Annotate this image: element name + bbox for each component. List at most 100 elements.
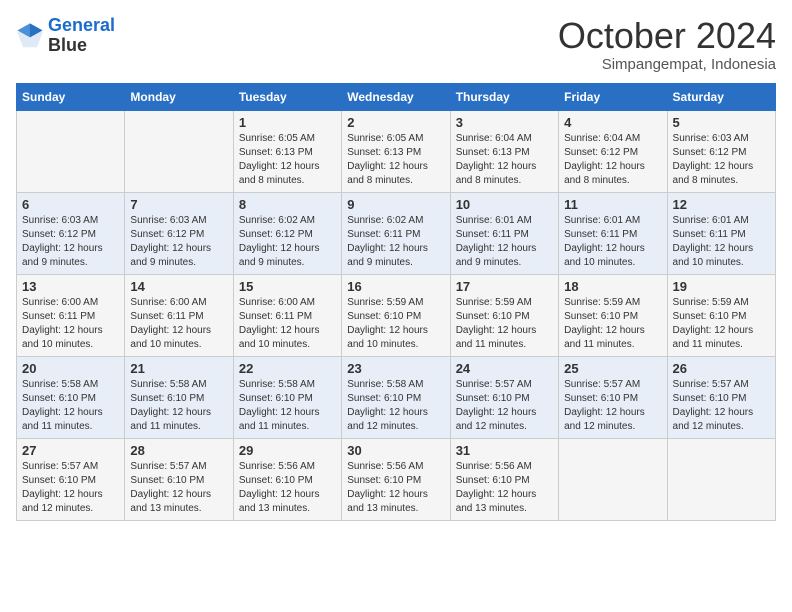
day-number: 25 [564,361,661,376]
calendar-day-19: 19 Sunrise: 5:59 AM Sunset: 6:10 PM Dayli… [667,274,775,356]
calendar-day-23: 23 Sunrise: 5:58 AM Sunset: 6:10 PM Dayli… [342,356,450,438]
calendar-table: SundayMondayTuesdayWednesdayThursdayFrid… [16,83,776,521]
day-number: 21 [130,361,227,376]
calendar-day-20: 20 Sunrise: 5:58 AM Sunset: 6:10 PM Dayli… [17,356,125,438]
day-info: Sunrise: 6:01 AM Sunset: 6:11 PM Dayligh… [673,214,770,270]
weekday-header-wednesday: Wednesday [342,83,450,110]
calendar-day-22: 22 Sunrise: 5:58 AM Sunset: 6:10 PM Dayli… [233,356,341,438]
weekday-header-sunday: Sunday [17,83,125,110]
calendar-day-2: 2 Sunrise: 6:05 AM Sunset: 6:13 PM Daylig… [342,110,450,192]
day-number: 22 [239,361,336,376]
day-info: Sunrise: 6:00 AM Sunset: 6:11 PM Dayligh… [239,296,336,352]
day-number: 27 [22,443,119,458]
day-info: Sunrise: 5:59 AM Sunset: 6:10 PM Dayligh… [347,296,444,352]
weekday-header-saturday: Saturday [667,83,775,110]
day-info: Sunrise: 5:58 AM Sunset: 6:10 PM Dayligh… [130,378,227,434]
day-number: 9 [347,197,444,212]
calendar-day-31: 31 Sunrise: 5:56 AM Sunset: 6:10 PM Dayli… [450,438,558,520]
day-number: 11 [564,197,661,212]
day-number: 5 [673,115,770,130]
calendar-day-24: 24Sunrise: 5:57 AM Sunset: 6:10 PM Dayli… [450,356,558,438]
calendar-day-27: 27 Sunrise: 5:57 AM Sunset: 6:10 PM Dayli… [17,438,125,520]
location: Simpangempat, Indonesia [558,56,776,73]
calendar-day-3: 3Sunrise: 6:04 AM Sunset: 6:13 PM Daylig… [450,110,558,192]
day-number: 7 [130,197,227,212]
day-info: Sunrise: 6:03 AM Sunset: 6:12 PM Dayligh… [673,132,770,188]
day-info: Sunrise: 6:03 AM Sunset: 6:12 PM Dayligh… [22,214,119,270]
calendar-week-row: 27 Sunrise: 5:57 AM Sunset: 6:10 PM Dayli… [17,438,776,520]
weekday-header-friday: Friday [559,83,667,110]
day-info: Sunrise: 5:59 AM Sunset: 6:10 PM Dayligh… [456,296,553,352]
day-info: Sunrise: 5:59 AM Sunset: 6:10 PM Dayligh… [673,296,770,352]
day-number: 14 [130,279,227,294]
day-number: 20 [22,361,119,376]
calendar-week-row: 13Sunrise: 6:00 AM Sunset: 6:11 PM Dayli… [17,274,776,356]
weekday-header-tuesday: Tuesday [233,83,341,110]
calendar-day-5: 5 Sunrise: 6:03 AM Sunset: 6:12 PM Daylig… [667,110,775,192]
day-number: 16 [347,279,444,294]
day-info: Sunrise: 5:56 AM Sunset: 6:10 PM Dayligh… [239,460,336,516]
day-number: 8 [239,197,336,212]
month-title: October 2024 [558,16,776,56]
calendar-day-26: 26Sunrise: 5:57 AM Sunset: 6:10 PM Dayli… [667,356,775,438]
day-info: Sunrise: 6:01 AM Sunset: 6:11 PM Dayligh… [564,214,661,270]
day-number: 31 [456,443,553,458]
day-info: Sunrise: 5:57 AM Sunset: 6:10 PM Dayligh… [130,460,227,516]
calendar-day-9: 9 Sunrise: 6:02 AM Sunset: 6:11 PM Daylig… [342,192,450,274]
calendar-day-8: 8 Sunrise: 6:02 AM Sunset: 6:12 PM Daylig… [233,192,341,274]
day-info: Sunrise: 5:57 AM Sunset: 6:10 PM Dayligh… [456,378,553,434]
calendar-day-25: 25 Sunrise: 5:57 AM Sunset: 6:10 PM Dayli… [559,356,667,438]
day-info: Sunrise: 5:58 AM Sunset: 6:10 PM Dayligh… [239,378,336,434]
logo-icon [16,22,44,50]
day-number: 6 [22,197,119,212]
day-number: 28 [130,443,227,458]
day-info: Sunrise: 5:59 AM Sunset: 6:10 PM Dayligh… [564,296,661,352]
calendar-day-21: 21 Sunrise: 5:58 AM Sunset: 6:10 PM Dayli… [125,356,233,438]
day-info: Sunrise: 5:57 AM Sunset: 6:10 PM Dayligh… [22,460,119,516]
calendar-day-28: 28 Sunrise: 5:57 AM Sunset: 6:10 PM Dayli… [125,438,233,520]
day-number: 23 [347,361,444,376]
weekday-header-monday: Monday [125,83,233,110]
day-number: 12 [673,197,770,212]
calendar-day-10: 10 Sunrise: 6:01 AM Sunset: 6:11 PM Dayli… [450,192,558,274]
empty-day-cell [125,110,233,192]
day-info: Sunrise: 6:03 AM Sunset: 6:12 PM Dayligh… [130,214,227,270]
day-info: Sunrise: 5:56 AM Sunset: 6:10 PM Dayligh… [456,460,553,516]
day-number: 2 [347,115,444,130]
title-block: October 2024 Simpangempat, Indonesia [558,16,776,73]
page-header: General Blue October 2024 Simpangempat, … [16,16,776,73]
calendar-day-11: 11 Sunrise: 6:01 AM Sunset: 6:11 PM Dayli… [559,192,667,274]
calendar-day-13: 13Sunrise: 6:00 AM Sunset: 6:11 PM Dayli… [17,274,125,356]
day-number: 30 [347,443,444,458]
calendar-day-18: 18Sunrise: 5:59 AM Sunset: 6:10 PM Dayli… [559,274,667,356]
day-number: 19 [673,279,770,294]
calendar-week-row: 6 Sunrise: 6:03 AM Sunset: 6:12 PM Daylig… [17,192,776,274]
day-info: Sunrise: 6:05 AM Sunset: 6:13 PM Dayligh… [347,132,444,188]
weekday-header-thursday: Thursday [450,83,558,110]
day-info: Sunrise: 5:56 AM Sunset: 6:10 PM Dayligh… [347,460,444,516]
day-info: Sunrise: 5:57 AM Sunset: 6:10 PM Dayligh… [564,378,661,434]
calendar-day-16: 16 Sunrise: 5:59 AM Sunset: 6:10 PM Dayli… [342,274,450,356]
day-info: Sunrise: 5:58 AM Sunset: 6:10 PM Dayligh… [347,378,444,434]
day-info: Sunrise: 6:00 AM Sunset: 6:11 PM Dayligh… [22,296,119,352]
day-number: 1 [239,115,336,130]
day-info: Sunrise: 6:01 AM Sunset: 6:11 PM Dayligh… [456,214,553,270]
day-info: Sunrise: 6:02 AM Sunset: 6:11 PM Dayligh… [347,214,444,270]
calendar-day-1: 1Sunrise: 6:05 AM Sunset: 6:13 PM Daylig… [233,110,341,192]
day-number: 26 [673,361,770,376]
weekday-header-row: SundayMondayTuesdayWednesdayThursdayFrid… [17,83,776,110]
calendar-day-30: 30 Sunrise: 5:56 AM Sunset: 6:10 PM Dayli… [342,438,450,520]
day-number: 17 [456,279,553,294]
day-info: Sunrise: 6:04 AM Sunset: 6:13 PM Dayligh… [456,132,553,188]
day-info: Sunrise: 6:02 AM Sunset: 6:12 PM Dayligh… [239,214,336,270]
day-number: 29 [239,443,336,458]
calendar-day-7: 7 Sunrise: 6:03 AM Sunset: 6:12 PM Daylig… [125,192,233,274]
calendar-day-6: 6 Sunrise: 6:03 AM Sunset: 6:12 PM Daylig… [17,192,125,274]
day-number: 10 [456,197,553,212]
day-info: Sunrise: 5:58 AM Sunset: 6:10 PM Dayligh… [22,378,119,434]
calendar-week-row: 1 Sunrise: 6:05 AM Sunset: 6:13 PM Daylig… [17,110,776,192]
logo-text: General Blue [48,16,115,56]
calendar-day-29: 29 Sunrise: 5:56 AM Sunset: 6:10 PM Dayli… [233,438,341,520]
day-info: Sunrise: 6:00 AM Sunset: 6:11 PM Dayligh… [130,296,227,352]
calendar-day-4: 4Sunrise: 6:04 AM Sunset: 6:12 PM Daylig… [559,110,667,192]
